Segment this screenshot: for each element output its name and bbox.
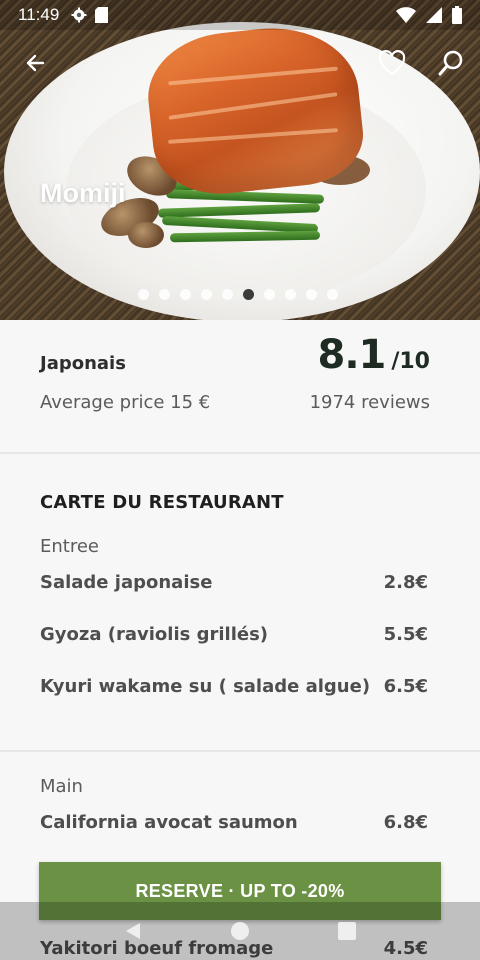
rating-max: /10	[391, 349, 430, 374]
menu-item[interactable]: California avocat saumon 6.8€	[40, 812, 428, 833]
settings-icon	[71, 7, 87, 23]
dish-price: 6.8€	[383, 812, 428, 833]
rating-score: 8.1	[317, 332, 386, 378]
search-icon	[438, 50, 463, 76]
favorite-button[interactable]	[375, 46, 409, 80]
sd-card-icon	[95, 7, 109, 23]
rating: 8.1 /10	[317, 332, 430, 378]
dish-name: California avocat saumon	[40, 812, 298, 833]
signal-icon	[426, 7, 442, 23]
dish-name: Salade japonaise	[40, 572, 213, 593]
heart-outline-icon	[378, 50, 406, 76]
dish-price: 6.5€	[383, 676, 428, 697]
menu-section: CARTE DU RESTAURANT Entree Salade japona…	[0, 456, 480, 752]
carousel-dot[interactable]	[180, 289, 191, 300]
carousel-dot[interactable]	[159, 289, 170, 300]
menu-category: Main	[40, 776, 83, 797]
home-circle-icon	[230, 922, 249, 940]
status-time: 11:49	[18, 5, 60, 24]
carousel-dot[interactable]	[201, 289, 212, 300]
carousel-dot[interactable]	[327, 289, 338, 300]
wifi-icon	[396, 7, 416, 23]
dish-name: Gyoza (raviolis grillés)	[40, 624, 269, 645]
hero-image[interactable]: 11:49 Momiji	[0, 0, 480, 320]
status-bar: 11:49	[0, 0, 480, 30]
menu-category: Entree	[40, 536, 99, 557]
reviews-link[interactable]: 1974 reviews	[310, 392, 430, 413]
carousel-indicator	[0, 289, 478, 300]
carousel-dot[interactable]	[285, 289, 296, 300]
restaurant-name: Momiji	[40, 178, 126, 208]
menu-item[interactable]: Salade japonaise 2.8€	[40, 572, 428, 593]
dish-price: 2.8€	[383, 572, 428, 593]
back-button[interactable]	[18, 46, 52, 80]
back-triangle-icon	[126, 923, 141, 939]
battery-icon	[452, 6, 462, 24]
carousel-dot[interactable]	[222, 289, 233, 300]
search-button[interactable]	[434, 46, 468, 80]
nav-home-button[interactable]	[220, 911, 260, 951]
arrow-left-icon	[26, 54, 45, 72]
recents-square-icon	[337, 922, 356, 940]
carousel-dot[interactable]	[264, 289, 275, 300]
carousel-dot[interactable]	[138, 289, 149, 300]
nav-back-button[interactable]	[113, 911, 153, 951]
nav-recents-button[interactable]	[327, 911, 367, 951]
menu-item[interactable]: Gyoza (raviolis grillés) 5.5€	[40, 624, 428, 645]
mushroom	[128, 222, 164, 248]
menu-item[interactable]: Kyuri wakame su ( salade algue) 6.5€	[40, 676, 428, 697]
system-nav-bar	[0, 902, 480, 960]
restaurant-info: Japonais 8.1 /10 Average price 15 € 1974…	[0, 320, 480, 454]
average-price: Average price 15 €	[40, 392, 211, 413]
dish-name: Kyuri wakame su ( salade algue)	[40, 676, 371, 697]
menu-title: CARTE DU RESTAURANT	[40, 492, 284, 513]
carousel-dot[interactable]	[306, 289, 317, 300]
dish-price: 5.5€	[383, 624, 428, 645]
cuisine-label: Japonais	[40, 353, 126, 374]
carousel-dot[interactable]	[243, 289, 254, 300]
